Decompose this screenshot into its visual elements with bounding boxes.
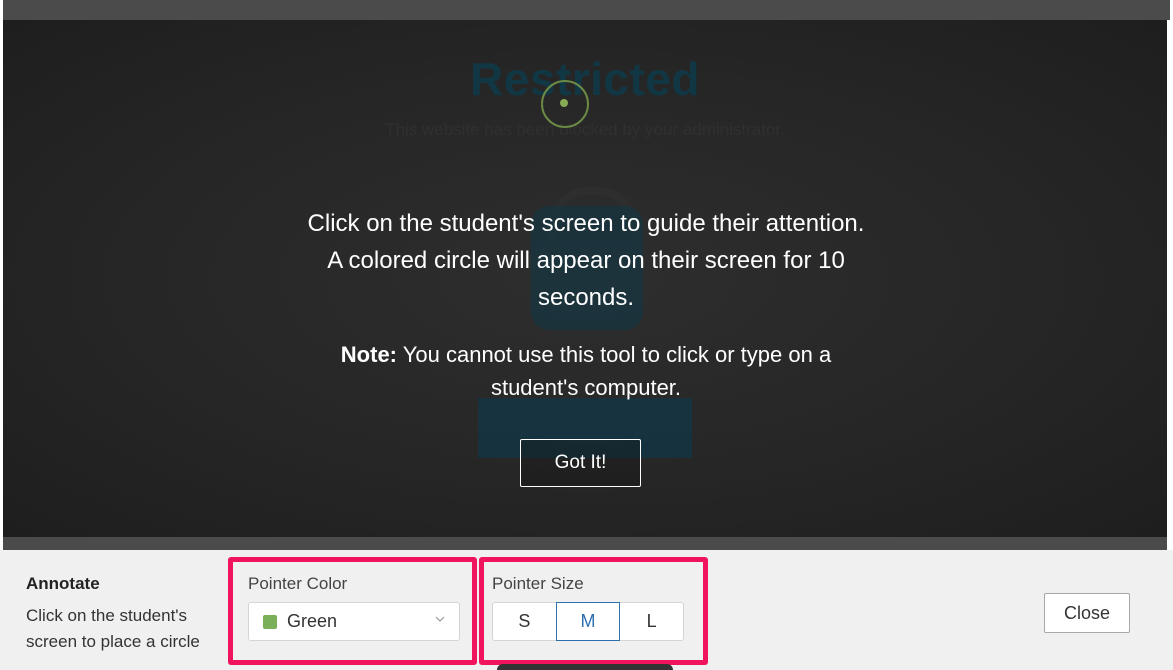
chevron-down-icon xyxy=(435,616,445,622)
annotate-instructions: Click on the student's screen to guide t… xyxy=(303,205,869,404)
pointer-color-select[interactable]: Green xyxy=(248,602,460,641)
pointer-center-dot xyxy=(560,99,568,107)
pointer-color-value: Green xyxy=(287,611,338,631)
note-label: Note: xyxy=(340,342,398,367)
instructions-message: Click on the student's screen to guide t… xyxy=(307,210,865,311)
pointer-size-toggle: S M L xyxy=(492,602,684,641)
color-swatch xyxy=(263,615,277,629)
remote-screen-top-bar xyxy=(3,0,1170,20)
pointer-color-label: Pointer Color xyxy=(248,574,348,593)
annotate-title: Annotate xyxy=(26,574,100,593)
note-text: You cannot use this tool to click or typ… xyxy=(397,342,832,400)
bottom-tab xyxy=(497,664,673,670)
close-button[interactable]: Close xyxy=(1044,593,1130,633)
size-large-button[interactable]: L xyxy=(620,603,683,640)
size-medium-button[interactable]: M xyxy=(555,602,621,641)
annotate-description: Click on the student's screen to place a… xyxy=(26,606,200,651)
pointer-size-label: Pointer Size xyxy=(492,574,584,593)
size-small-button[interactable]: S xyxy=(493,603,556,640)
annotate-panel: Annotate Click on the student's screen t… xyxy=(0,550,1173,670)
instructions-note: Note: You cannot use this tool to click … xyxy=(303,338,869,404)
remote-screen-bottom-bar xyxy=(3,537,1167,550)
got-it-button[interactable]: Got It! xyxy=(520,439,641,487)
restricted-page-subtitle: This website has been blocked by your ad… xyxy=(385,120,785,139)
